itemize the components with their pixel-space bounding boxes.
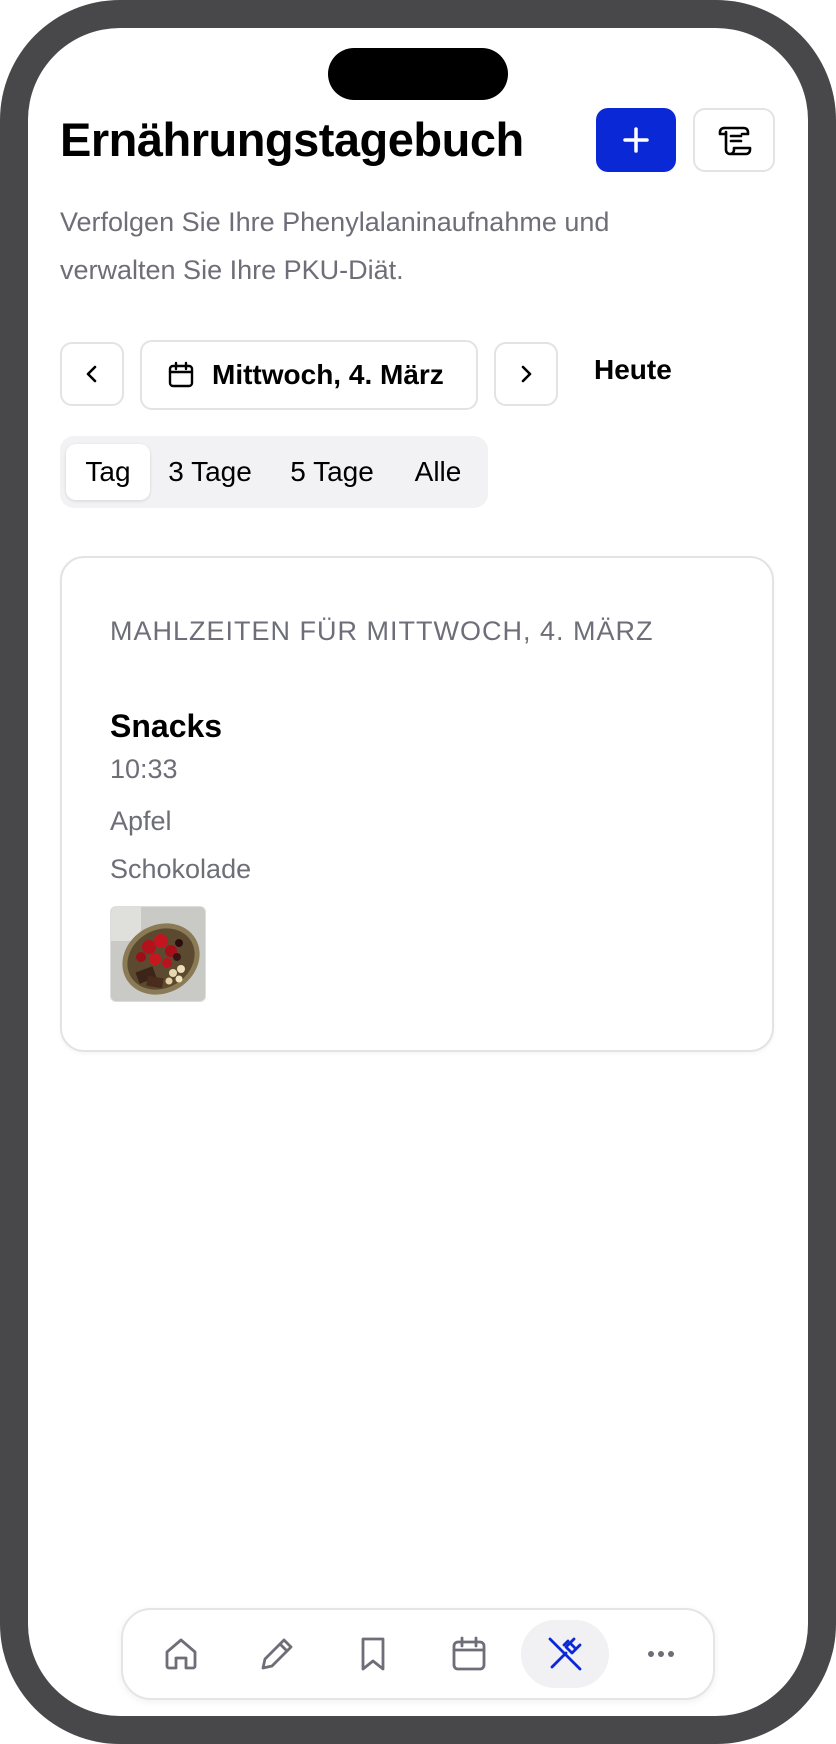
home-icon bbox=[165, 1638, 197, 1670]
range-tab-3-days[interactable]: 3 Tage bbox=[152, 444, 268, 500]
meals-card-heading: Mahlzeiten für Mittwoch, 4. März bbox=[110, 616, 654, 646]
tab-more[interactable] bbox=[617, 1620, 705, 1688]
screen: Ernährungstagebuch Verfolgen Sie Ihre Ph… bbox=[28, 28, 808, 1716]
previous-day-button[interactable] bbox=[60, 342, 124, 406]
tab-home[interactable] bbox=[137, 1620, 225, 1688]
phone-frame: Ernährungstagebuch Verfolgen Sie Ihre Ph… bbox=[0, 0, 836, 1744]
range-tab-5-days[interactable]: 5 Tage bbox=[272, 444, 392, 500]
tab-bookmarks[interactable] bbox=[329, 1620, 417, 1688]
calendar-icon bbox=[452, 1636, 486, 1671]
food-photo[interactable] bbox=[110, 906, 206, 1002]
chevron-right-icon bbox=[521, 365, 532, 383]
dynamic-island bbox=[328, 48, 508, 100]
meal-food-item: Schokolade bbox=[110, 854, 252, 884]
range-tab-all[interactable]: Alle bbox=[396, 444, 480, 500]
meal-title[interactable]: Snacks bbox=[110, 708, 222, 745]
food-photo-image bbox=[111, 907, 205, 1001]
meal-time: 10:33 bbox=[110, 754, 178, 784]
more-icon bbox=[648, 1651, 674, 1657]
calendar-icon bbox=[168, 361, 194, 388]
pencil-icon bbox=[261, 1638, 293, 1670]
today-button[interactable]: Heute bbox=[594, 354, 672, 386]
scroll-icon bbox=[718, 126, 752, 156]
range-tab-day[interactable]: Tag bbox=[66, 444, 150, 500]
bottom-tab-bar bbox=[121, 1608, 715, 1700]
page-title: Ernährungstagebuch bbox=[60, 113, 524, 166]
utensils-icon bbox=[548, 1637, 582, 1671]
tab-edit[interactable] bbox=[233, 1620, 321, 1688]
meal-food-item: Apfel bbox=[110, 806, 172, 836]
date-picker-button[interactable]: Mittwoch, 4. März bbox=[140, 340, 478, 410]
bookmark-icon bbox=[361, 1637, 385, 1671]
chevron-left-icon bbox=[86, 365, 97, 383]
range-segmented-control: Tag 3 Tage 5 Tage Alle bbox=[60, 436, 488, 508]
page-subtitle: Verfolgen Sie Ihre Phenylalaninaufnahme … bbox=[60, 207, 610, 285]
next-day-button[interactable] bbox=[494, 342, 558, 406]
plus-icon bbox=[623, 127, 649, 153]
meals-card: Mahlzeiten für Mittwoch, 4. März Snacks … bbox=[60, 556, 774, 1052]
selected-date: Mittwoch, 4. März bbox=[212, 359, 444, 390]
tab-food-diary[interactable] bbox=[521, 1620, 609, 1688]
log-button[interactable] bbox=[693, 108, 775, 172]
tab-calendar[interactable] bbox=[425, 1620, 513, 1688]
add-entry-button[interactable] bbox=[596, 108, 676, 172]
